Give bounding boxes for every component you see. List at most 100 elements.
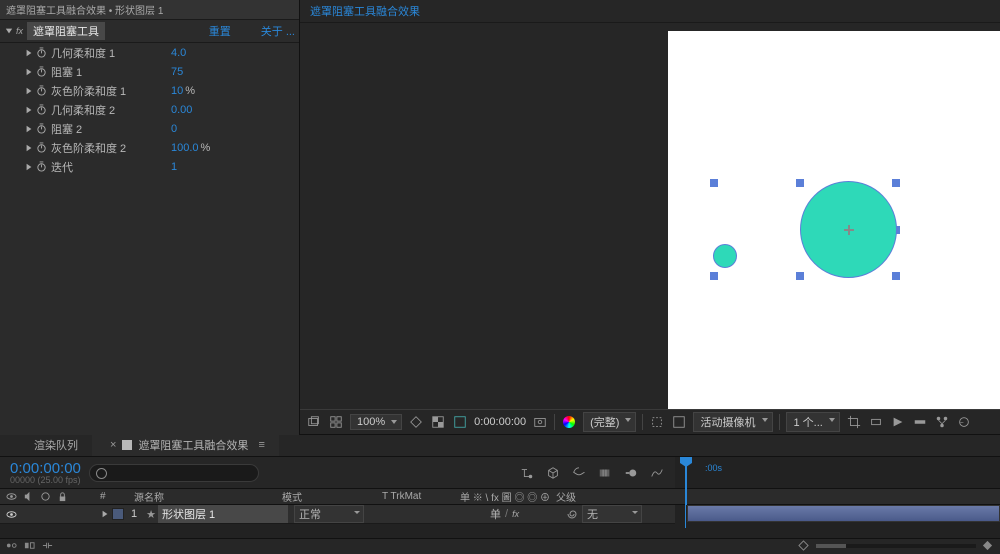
graph-editor-icon[interactable] — [649, 465, 665, 481]
time-ruler[interactable]: :00s — [675, 457, 1000, 488]
twirl-right-icon[interactable] — [24, 162, 33, 171]
pickwhip-icon[interactable] — [566, 508, 578, 520]
zoom-slider[interactable] — [816, 544, 976, 548]
motion-blur-icon[interactable] — [623, 465, 639, 481]
twirl-right-icon[interactable] — [24, 48, 33, 57]
eye-icon — [6, 491, 17, 502]
toggle-modes-icon[interactable] — [24, 540, 36, 552]
property-value[interactable]: 100.0 — [171, 142, 199, 154]
mode-column[interactable]: 模式 — [278, 489, 378, 504]
stopwatch-icon[interactable] — [35, 123, 47, 135]
zoom-out-icon[interactable] — [798, 540, 810, 552]
parent-column[interactable]: 父级 — [552, 489, 1000, 504]
selection-handle[interactable] — [710, 272, 718, 280]
mask-icon[interactable] — [452, 414, 468, 430]
switches-column[interactable]: 单 ※ \ fx 圖 ◎ ◎ ⊕ — [456, 489, 552, 504]
layer-color-label[interactable] — [112, 508, 124, 520]
timeline-icon[interactable] — [912, 414, 928, 430]
stopwatch-icon[interactable] — [35, 104, 47, 116]
selection-handle[interactable] — [796, 272, 804, 280]
composition-timeline-tab[interactable]: × 遮罩阻塞工具融合效果 ≡ — [92, 434, 279, 456]
anchor-point-icon[interactable] — [844, 225, 854, 235]
effect-panel-header: 遮罩阻塞工具融合效果 • 形状图层 1 — [0, 0, 299, 20]
effect-name[interactable]: 遮罩阻塞工具 — [27, 22, 105, 40]
selection-handle[interactable] — [892, 272, 900, 280]
parent-dropdown[interactable]: 无 — [582, 505, 642, 523]
composition-canvas[interactable] — [668, 31, 1000, 409]
trkmat-column[interactable]: T TrkMat — [378, 489, 456, 504]
stopwatch-icon[interactable] — [35, 66, 47, 78]
viewer-timecode[interactable]: 0:00:00:00 — [474, 416, 526, 428]
property-value[interactable]: 75 — [171, 66, 183, 78]
crop-icon[interactable] — [846, 414, 862, 430]
twirl-right-icon[interactable] — [24, 86, 33, 95]
toggle-switches-icon[interactable] — [6, 540, 18, 552]
draft-3d-icon[interactable] — [545, 465, 561, 481]
timeline-tabs: 渲染队列 × 遮罩阻塞工具融合效果 ≡ — [0, 435, 1000, 457]
camera-dropdown[interactable]: 活动摄像机 — [693, 412, 773, 432]
roi-icon[interactable] — [649, 414, 665, 430]
name-column[interactable]: 源名称 — [130, 489, 278, 504]
color-management-icon[interactable] — [561, 414, 577, 430]
switch-icon[interactable]: 单 — [490, 506, 501, 522]
playhead-line[interactable] — [685, 488, 686, 528]
shape-small-circle[interactable] — [713, 244, 737, 268]
search-input[interactable] — [89, 464, 259, 482]
layer-index: 1 — [124, 508, 144, 520]
timeline-track-area[interactable] — [675, 505, 1000, 538]
blend-mode-dropdown[interactable]: 正常 — [294, 505, 364, 523]
magnify-icon[interactable] — [306, 414, 322, 430]
property-value[interactable]: 0 — [171, 123, 177, 135]
fx-switch-icon[interactable]: fx — [512, 509, 519, 519]
layer-name[interactable]: 形状图层 1 — [158, 505, 288, 523]
quality-dropdown[interactable]: (完整) — [583, 412, 636, 432]
property-value[interactable]: 10 — [171, 85, 183, 97]
channel-icon[interactable] — [671, 414, 687, 430]
twirl-right-icon[interactable] — [24, 143, 33, 152]
twirl-down-icon[interactable] — [4, 27, 13, 36]
stopwatch-icon[interactable] — [35, 161, 47, 173]
hide-shy-icon[interactable] — [571, 465, 587, 481]
fast-preview-icon[interactable] — [890, 414, 906, 430]
property-value[interactable]: 4.0 — [171, 47, 186, 59]
selection-handle[interactable] — [796, 179, 804, 187]
layer-row[interactable]: 1 ★ 形状图层 1 正常 单 / fx 无 — [0, 505, 675, 524]
current-timecode[interactable]: 0:00:00:00 — [10, 461, 81, 476]
fx-icon: fx — [16, 26, 23, 36]
stopwatch-icon[interactable] — [35, 47, 47, 59]
stopwatch-icon[interactable] — [35, 85, 47, 97]
layer-twirl-icon[interactable] — [100, 510, 109, 519]
selection-handle[interactable] — [710, 179, 718, 187]
layer-duration-bar[interactable] — [687, 505, 1000, 522]
property-value[interactable]: 1 — [171, 161, 177, 173]
resolution-icon[interactable] — [408, 414, 424, 430]
transparency-grid-icon[interactable] — [430, 414, 446, 430]
frame-blend-icon[interactable] — [597, 465, 613, 481]
render-queue-tab[interactable]: 渲染队列 — [20, 434, 92, 456]
viewer-area[interactable] — [300, 23, 1000, 409]
zoom-in-icon[interactable] — [982, 540, 994, 552]
twirl-right-icon[interactable] — [24, 124, 33, 133]
stopwatch-icon[interactable] — [35, 142, 47, 154]
layer-switches[interactable]: 单 / fx — [470, 506, 566, 522]
zoom-dropdown[interactable]: 100% — [350, 414, 402, 430]
property-value[interactable]: 0.00 — [171, 104, 192, 116]
panel-menu-icon[interactable]: ≡ — [258, 439, 264, 451]
snapshot-icon[interactable] — [532, 414, 548, 430]
visibility-toggle[interactable] — [6, 509, 17, 520]
toggle-in-out-icon[interactable] — [42, 540, 54, 552]
composition-tab[interactable]: 遮罩阻塞工具融合效果 — [300, 0, 1000, 23]
flowchart-icon[interactable] — [934, 414, 950, 430]
index-column[interactable]: # — [100, 489, 130, 504]
about-link[interactable]: 关于 ... — [261, 23, 295, 39]
pixel-aspect-icon[interactable] — [868, 414, 884, 430]
twirl-right-icon[interactable] — [24, 67, 33, 76]
reset-link[interactable]: 重置 — [209, 23, 231, 39]
grid-icon[interactable] — [328, 414, 344, 430]
twirl-right-icon[interactable] — [24, 105, 33, 114]
exposure-icon[interactable] — [956, 414, 972, 430]
close-icon[interactable]: × — [110, 439, 116, 451]
selection-handle[interactable] — [892, 179, 900, 187]
comp-mini-flowchart-icon[interactable] — [519, 465, 535, 481]
views-dropdown[interactable]: 1 个... — [786, 412, 839, 432]
